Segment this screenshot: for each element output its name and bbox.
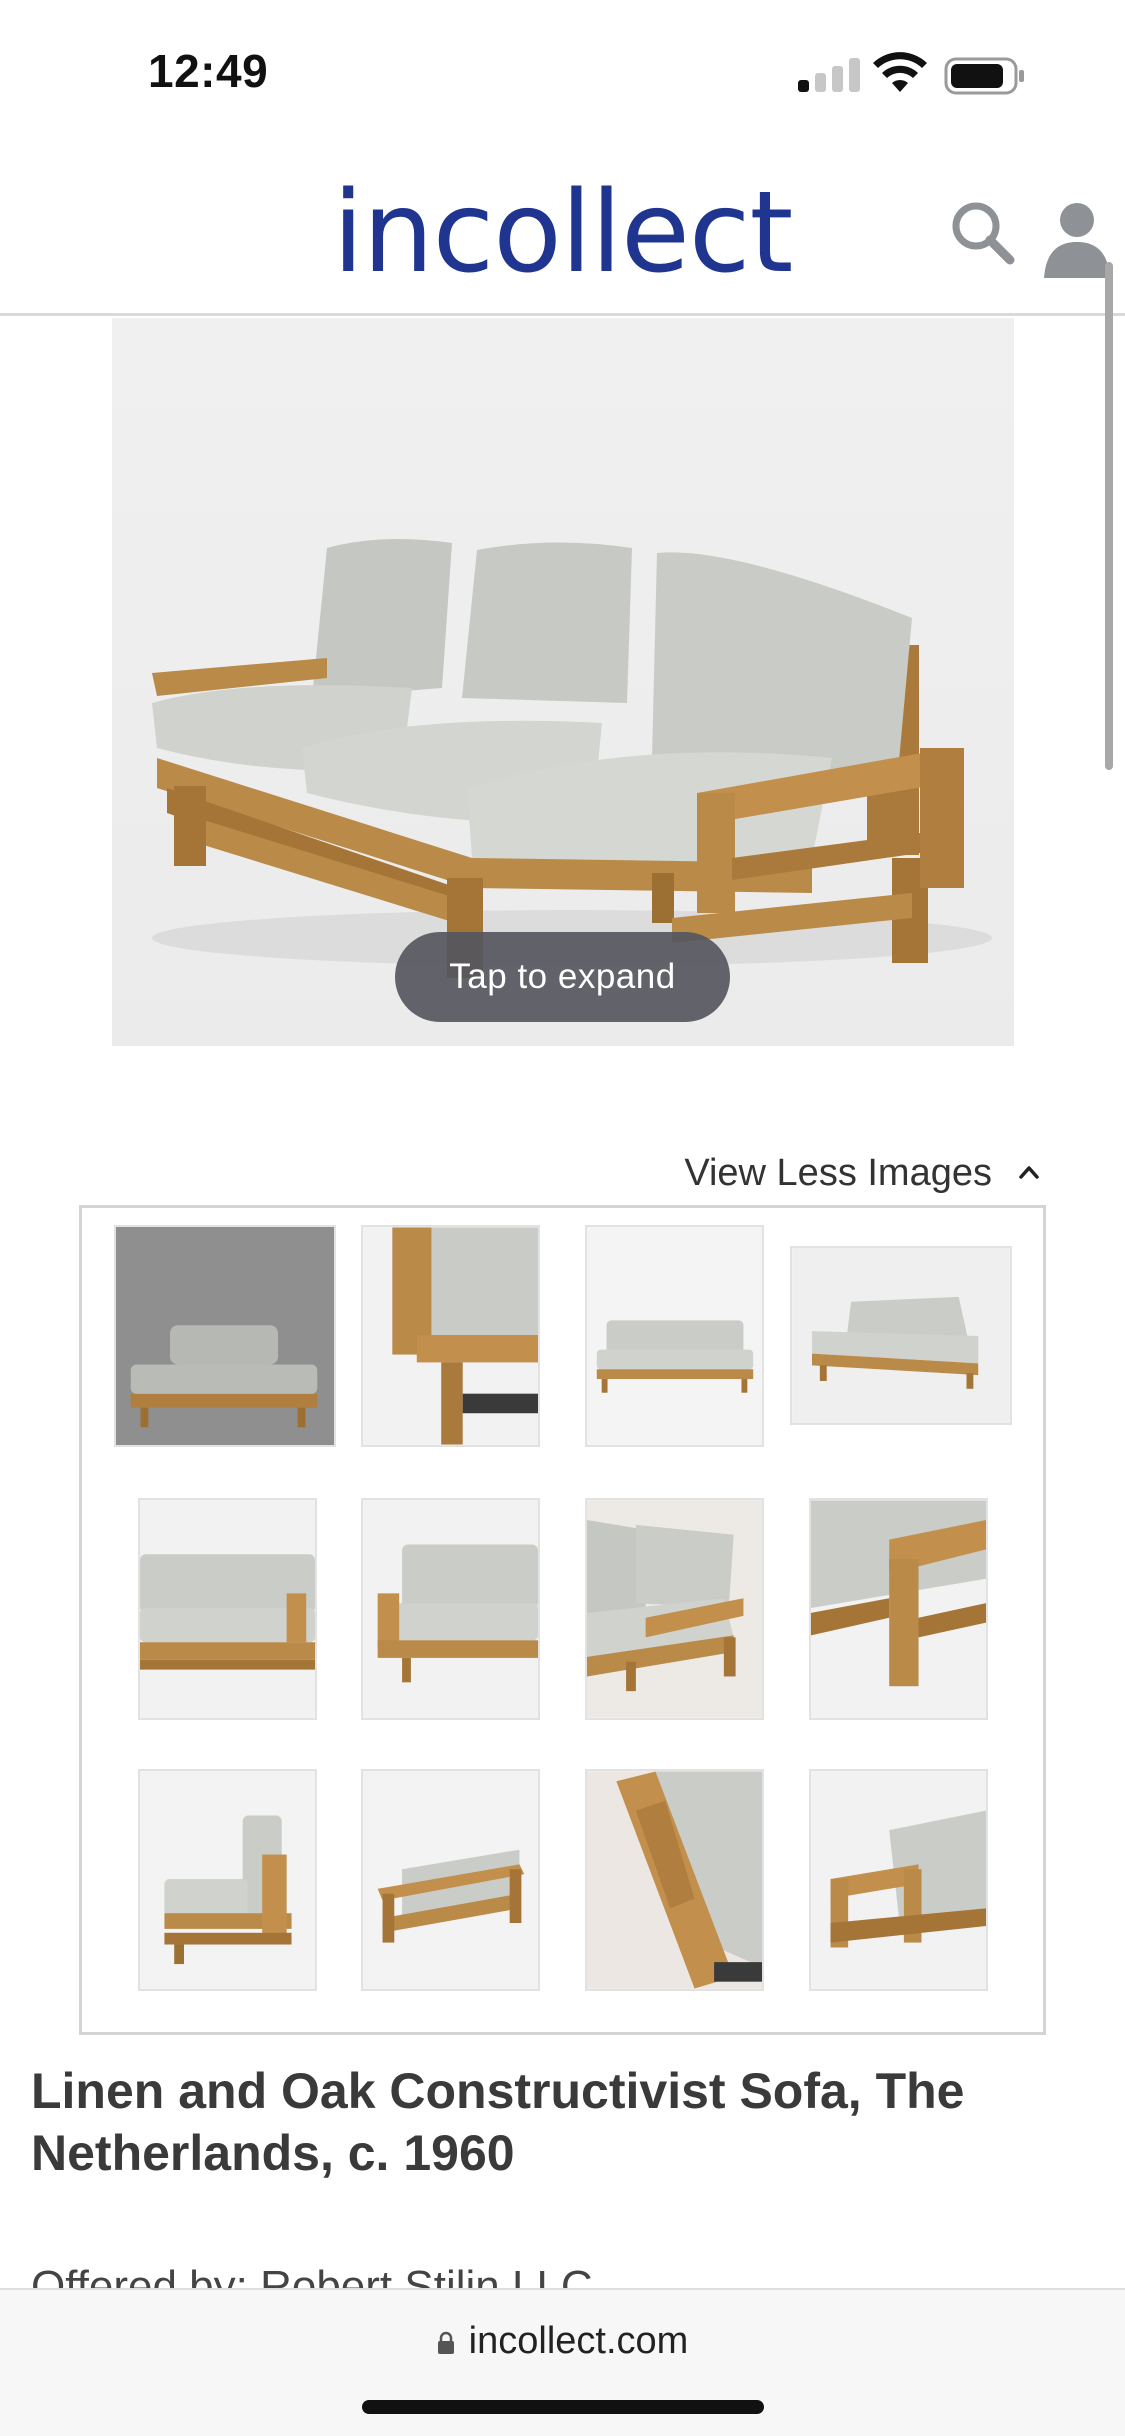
gallery-thumbnail[interactable] [809, 1769, 988, 1991]
home-indicator[interactable] [362, 2400, 764, 2414]
product-title: Linen and Oak Constructivist Sofa, The N… [31, 2063, 965, 2181]
scrollbar-thumb[interactable] [1105, 262, 1113, 770]
sofa-thumbnail-image [363, 1227, 538, 1445]
url-text: incollect.com [468, 2320, 689, 2362]
wifi-icon [873, 52, 927, 92]
site-header: incollect [0, 150, 1125, 316]
search-icon[interactable] [948, 198, 1018, 268]
thumbnail-gallery [79, 1205, 1046, 2035]
gallery-thumbnail[interactable] [361, 1769, 540, 1991]
gallery-thumbnail[interactable] [361, 1225, 540, 1447]
sofa-thumbnail-image [140, 1500, 315, 1718]
gallery-thumbnail[interactable] [361, 1498, 540, 1720]
status-bar: 12:49 [0, 0, 1125, 150]
status-time: 12:49 [148, 45, 269, 97]
view-less-images-label: View Less Images [684, 1151, 992, 1194]
cellular-signal-icon [798, 58, 860, 92]
gallery-thumbnail[interactable] [114, 1225, 336, 1447]
sofa-thumbnail-image [811, 1771, 986, 1989]
gallery-thumbnail[interactable] [585, 1225, 764, 1447]
sofa-thumbnail-image [587, 1500, 762, 1718]
sofa-thumbnail-image [587, 1227, 762, 1445]
sofa-thumbnail-image [363, 1771, 538, 1989]
sofa-thumbnail-image [811, 1500, 986, 1718]
gallery-thumbnail[interactable] [585, 1498, 764, 1720]
sofa-thumbnail-image [363, 1500, 538, 1718]
url-display[interactable]: incollect.com [0, 2320, 1125, 2363]
lock-icon [437, 2331, 454, 2354]
browser-address-bar[interactable]: incollect.com [0, 2288, 1125, 2436]
gallery-thumbnail[interactable] [809, 1498, 988, 1720]
sofa-thumbnail-image [116, 1227, 334, 1445]
battery-icon [944, 57, 1024, 95]
gallery-thumbnail[interactable] [790, 1246, 1012, 1425]
tap-to-expand-button[interactable]: Tap to expand [395, 932, 730, 1022]
gallery-thumbnail[interactable] [138, 1498, 317, 1720]
user-account-icon[interactable] [1040, 198, 1114, 278]
view-less-images-toggle[interactable]: View Less Images [640, 1146, 1040, 1200]
sofa-thumbnail-image [587, 1771, 762, 1989]
sofa-thumbnail-image [792, 1248, 1010, 1423]
gallery-thumbnail[interactable] [138, 1769, 317, 1991]
chevron-up-icon [1019, 1166, 1039, 1179]
gallery-thumbnail[interactable] [585, 1769, 764, 1991]
sofa-thumbnail-image [140, 1771, 315, 1989]
